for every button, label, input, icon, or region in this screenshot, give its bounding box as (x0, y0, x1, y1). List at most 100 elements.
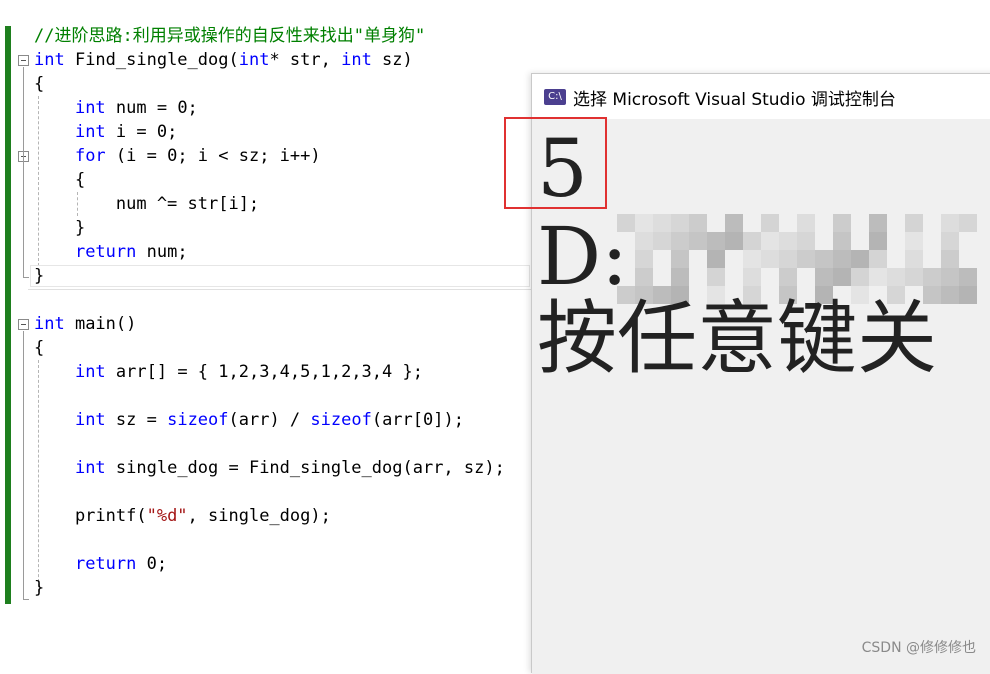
code-line[interactable]: } (34, 264, 44, 288)
code-line[interactable]: int i = 0; (34, 120, 177, 144)
code-line[interactable]: int main() (34, 312, 136, 336)
mosaic-tile (869, 232, 887, 250)
mosaic-tile (941, 268, 959, 286)
code-line[interactable]: int num = 0; (34, 96, 198, 120)
code-token: return (74, 242, 137, 262)
code-line[interactable]: int sz = sizeof(arr) / sizeof(arr[0]); (34, 408, 464, 432)
code-line[interactable]: int arr[] = { 1,2,3,4,5,1,2,3,4 }; (34, 360, 423, 384)
mosaic-tile (905, 214, 923, 232)
mosaic-tile (959, 268, 977, 286)
code-line[interactable]: return num; (34, 240, 188, 264)
mosaic-tile (635, 250, 653, 268)
code-token: int (341, 50, 372, 70)
code-token: 0; (136, 554, 168, 574)
fold-toggle-main[interactable] (18, 319, 29, 330)
code-token: (i = 0; i < sz; i++) (105, 146, 321, 166)
mosaic-tile (743, 268, 761, 286)
mosaic-tile (635, 268, 653, 286)
mosaic-tile (959, 286, 977, 304)
code-token: int (238, 50, 270, 70)
mosaic-tile (815, 250, 833, 268)
change-tracking-bar (5, 26, 11, 604)
code-line[interactable]: for (i = 0; i < sz; i++) (34, 144, 321, 168)
mosaic-tile (779, 232, 797, 250)
code-token: return (74, 554, 137, 574)
mosaic-tile (617, 214, 635, 232)
result-highlight-box (504, 117, 607, 209)
console-title: 选择 Microsoft Visual Studio 调试控制台 (573, 90, 896, 110)
mosaic-tile (869, 250, 887, 268)
mosaic-tile (833, 232, 851, 250)
code-line[interactable]: { (34, 168, 85, 192)
code-token: int (74, 410, 106, 430)
code-token: num; (136, 242, 188, 262)
fold-end (23, 599, 29, 600)
code-token: { (34, 170, 86, 190)
code-line[interactable]: { (34, 336, 44, 360)
mosaic-tile (743, 250, 761, 268)
code-token: } (34, 218, 86, 238)
code-token: sz = (105, 410, 168, 430)
code-line[interactable]: { (34, 72, 44, 96)
code-token: , single_dog); (187, 506, 331, 526)
mosaic-tile (653, 232, 671, 250)
mosaic-tile (851, 250, 869, 268)
mosaic-tile (887, 268, 905, 286)
console-output-path: D: (537, 210, 629, 303)
mosaic-tile (959, 214, 977, 232)
mosaic-tile (653, 214, 671, 232)
code-line[interactable]: return 0; (34, 552, 167, 576)
code-token: int (34, 50, 65, 70)
mosaic-tile (941, 232, 959, 250)
code-line[interactable]: //进阶思路:利用异或操作的自反性来找出"单身狗" (34, 24, 425, 48)
mosaic-tile (671, 268, 689, 286)
fold-toggle-function[interactable] (18, 55, 29, 66)
code-line[interactable]: } (34, 216, 85, 240)
fold-line (23, 67, 24, 277)
mosaic-tile (707, 268, 725, 286)
code-token: int (74, 458, 106, 478)
code-token: } (34, 578, 45, 598)
mosaic-tile (635, 232, 653, 250)
code-token: int (74, 122, 106, 142)
code-line[interactable]: printf("%d", single_dog); (34, 504, 331, 528)
mosaic-tile (923, 268, 941, 286)
code-line[interactable]: int single_dog = Find_single_dog(arr, sz… (34, 456, 505, 480)
code-line[interactable]: num ^= str[i]; (34, 192, 259, 216)
mosaic-tile (797, 232, 815, 250)
mosaic-tile (833, 214, 851, 232)
mosaic-tile (851, 268, 869, 286)
mosaic-tile (779, 268, 797, 286)
mosaic-tile (905, 268, 923, 286)
code-line[interactable]: } (34, 576, 44, 600)
code-token: num = 0; (105, 98, 198, 118)
code-token: sizeof (167, 410, 229, 430)
watermark: CSDN @修修修也 (861, 640, 976, 656)
mosaic-tile (671, 214, 689, 232)
code-token: (arr) / (228, 410, 311, 430)
mosaic-tile (671, 250, 689, 268)
console-app-icon: C:\ (544, 89, 566, 105)
code-token: { (34, 338, 45, 358)
mosaic-tile (635, 214, 653, 232)
mosaic-tile (725, 214, 743, 232)
code-token: i = 0; (105, 122, 178, 142)
code-line[interactable]: int Find_single_dog(int* str, int sz) (34, 48, 413, 72)
mosaic-tile (671, 232, 689, 250)
mosaic-tile (833, 268, 851, 286)
code-token: "%d" (146, 506, 188, 526)
mosaic-tile (689, 232, 707, 250)
mosaic-tile (761, 250, 779, 268)
code-token: (arr[0]); (371, 410, 464, 430)
mosaic-tile (905, 232, 923, 250)
code-token: arr[] = { 1,2,3,4,5,1,2,3,4 }; (105, 362, 423, 382)
mosaic-tile (797, 250, 815, 268)
console-titlebar[interactable]: C:\ 选择 Microsoft Visual Studio 调试控制台 (532, 74, 990, 119)
